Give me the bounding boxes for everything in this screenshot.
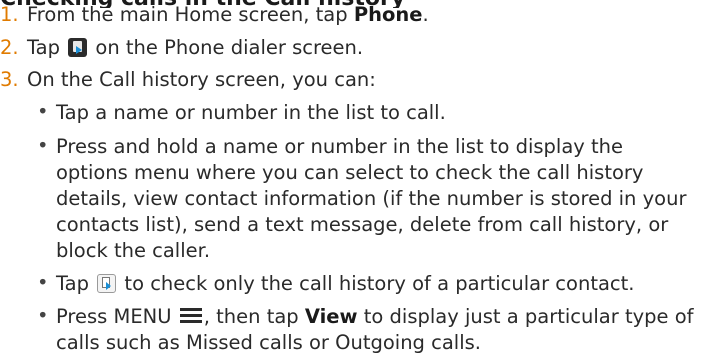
bullet-text: Press and hold a name or number in the l… <box>56 135 687 262</box>
list-item: • Tap to check only the call history of … <box>37 271 635 295</box>
bullet-glyph: • <box>37 304 49 327</box>
view-label: View <box>304 305 358 328</box>
contact-call-history-icon <box>97 274 117 293</box>
bullet-glyph: • <box>37 271 49 294</box>
step-3: 3. On the Call history screen, you can: <box>0 68 376 91</box>
bullet-glyph: • <box>37 100 49 123</box>
step-number: 1. <box>0 3 19 26</box>
phone-label: Phone <box>353 3 423 26</box>
bullet-glyph: • <box>37 134 49 157</box>
step-text: Tap <box>27 36 67 59</box>
step-number: 2. <box>0 36 19 59</box>
bullet-text: Tap a name or number in the list to call… <box>56 101 446 124</box>
list-item: • Press and hold a name or number in the… <box>37 134 687 264</box>
step-number: 3. <box>0 68 19 91</box>
menu-icon <box>179 308 202 324</box>
step-1: 1. From the main Home screen, tap Phone. <box>0 3 429 26</box>
bullet-text: to check only the call history of a part… <box>118 272 635 295</box>
list-item: • Tap a name or number in the list to ca… <box>37 100 697 126</box>
call-history-icon <box>68 38 88 57</box>
step-text: From the main Home screen, tap <box>27 3 354 26</box>
list-item: • Press MENU , then tap View to display … <box>37 304 694 354</box>
step-2: 2. Tap on the Phone dialer screen. <box>0 36 364 59</box>
step-text: On the Call history screen, you can: <box>27 68 376 91</box>
